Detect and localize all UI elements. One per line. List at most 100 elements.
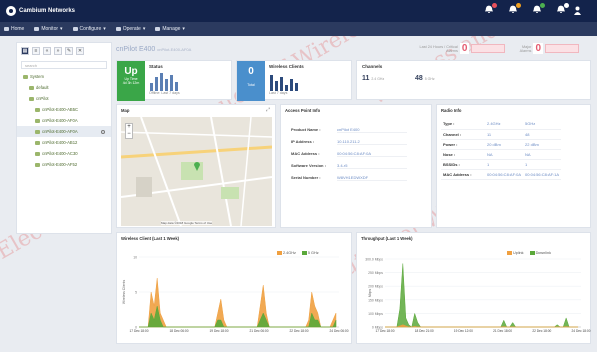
- nav-item-label: Operate: [122, 26, 141, 32]
- radio-info-value-5: 22 dBm: [523, 139, 562, 150]
- channel-24ghz-value: 11: [362, 75, 370, 82]
- sidebar-search-input[interactable]: search: [21, 61, 107, 69]
- expand-icon[interactable]: ⤢: [266, 107, 270, 113]
- radio-info-value-24: NA: [485, 149, 524, 160]
- manage-icon: [155, 27, 161, 31]
- x-tick-label: 19 Dec 12:00: [454, 329, 473, 333]
- nav-item-operate[interactable]: Operate ▾: [115, 26, 146, 32]
- collapse-icon[interactable]: «: [43, 47, 51, 55]
- map-view[interactable]: + − Map data ©2018 Google Terms of Use: [121, 117, 272, 226]
- radio-info-value-5: 1: [523, 159, 562, 170]
- ap-info-key: MAC Address :: [291, 151, 320, 156]
- bell-icon[interactable]: [531, 3, 545, 16]
- access-point-icon: [35, 140, 40, 145]
- ap-info-key: Serial Number :: [291, 175, 321, 180]
- status-mini-chart: [150, 73, 178, 91]
- critical-alarms-bar: [471, 44, 506, 53]
- tree-item[interactable]: cnPilot: [17, 93, 111, 104]
- wireless-clients-card[interactable]: 0 Total Wireless Clients Last 7 days: [236, 60, 352, 101]
- ap-info-value: cnPilot E400: [337, 127, 407, 133]
- x-tick-label: 24 Dec 18:00: [572, 329, 591, 333]
- page-title: cnPilot E400 cnPilot-E400-AF0A: [116, 46, 191, 53]
- radio-info-row: Type :2.4GHz 5GHz: [441, 119, 562, 130]
- zoom-out-button[interactable]: −: [126, 131, 132, 138]
- clients-sub: Last 7 days: [269, 91, 288, 95]
- radio-info-key: Channel :: [441, 129, 485, 140]
- radio-info-value-5: 5GHz: [523, 119, 562, 130]
- bell-icon[interactable]: [507, 3, 521, 16]
- major-alarms-count: 0: [533, 43, 543, 54]
- channel-24ghz-band: 2.4 GHz: [371, 77, 385, 81]
- radio-info-row: BSSIDs :11: [441, 159, 562, 170]
- zoom-control[interactable]: + −: [125, 123, 133, 139]
- ap-info-row: Serial Number : W8VH1EDWXDF: [291, 175, 407, 181]
- grid-view-icon[interactable]: ▦: [21, 47, 29, 55]
- radio-info-value-5: 00:04:56:C8:AF:1A: [523, 169, 562, 180]
- major-alarms-label: Major Alarms: [519, 44, 532, 53]
- tree-item-label: cnPilot-E400-AF0A: [42, 129, 78, 134]
- nav-item-configure[interactable]: Configure ▾: [72, 26, 106, 32]
- y-axis-label: Wireless Clients: [122, 280, 126, 305]
- delete-icon[interactable]: ✕: [76, 47, 84, 55]
- series-area-5ghz: [139, 305, 337, 328]
- channels-card[interactable]: Channels 11 2.4 GHz 48 5 GHz: [356, 60, 591, 100]
- nav-item-home[interactable]: Home: [4, 26, 24, 32]
- status-card[interactable]: Up Up Time 4d 3h 12m Status Offline: Las…: [116, 60, 232, 101]
- alert-icons: [483, 3, 569, 16]
- tree-item[interactable]: cnPilot-E400-AF52: [17, 159, 111, 170]
- tree-item[interactable]: cnPilot-E400-AB5C: [17, 104, 111, 115]
- nav-item-manage[interactable]: Manage ▾: [155, 26, 185, 32]
- radio-info-row: Channel :11 48: [441, 129, 562, 140]
- tree-item[interactable]: cnPilot-E400-AB12: [17, 137, 111, 148]
- map-panel: Map ⤢ + − Map data ©2018 Google Terms of…: [116, 104, 276, 228]
- top-bar: Cambium Networks: [0, 0, 597, 22]
- tree-item[interactable]: cnPilot-E400-AF0A: [17, 115, 111, 126]
- expand-icon[interactable]: »: [54, 47, 62, 55]
- x-tick-label: 21 Dec 06:00: [250, 329, 269, 333]
- y-tick-label: 200 Mbps: [368, 285, 383, 289]
- tree-item-label: cnPilot-E400-AC30: [42, 151, 78, 156]
- major-alarms-bar: [545, 44, 579, 53]
- x-tick-label: 22 Dec 18:00: [532, 329, 551, 333]
- y-tick-label: 250 Mbps: [368, 271, 383, 275]
- ap-info-value: 10.110.211.2: [337, 139, 407, 145]
- alert-dot: [540, 3, 545, 8]
- critical-alarms[interactable]: Last 24 Hours / Critical Alarms 0: [414, 43, 506, 54]
- radio-info-row: Power :20 dBm 22 dBm: [441, 139, 562, 150]
- sidebar: ▦ ≡ « » ✎ ✕ search System default cnPilot c…: [16, 42, 112, 234]
- tree-item-label: cnPilot-E400-AF0A: [42, 118, 78, 123]
- channel-5ghz-band: 5 GHz: [424, 77, 435, 81]
- operate-icon: [115, 27, 121, 31]
- x-tick-label: 24 Dec 06:00: [330, 329, 349, 333]
- status-sub: Offline: Last 7 days: [149, 91, 180, 95]
- major-alarms[interactable]: Major Alarms 0: [513, 43, 579, 54]
- ap-info-row: Product Name : cnPilot E400: [291, 127, 407, 133]
- bell-icon[interactable]: [555, 3, 569, 16]
- radio-info-row: Nose : NA NA: [441, 149, 562, 160]
- chevron-down-icon: ▾: [142, 26, 146, 32]
- status-title: Status: [149, 64, 163, 69]
- nav-item-label: Monitor: [41, 26, 59, 32]
- device-model: cnPilot E400: [116, 45, 156, 53]
- brand-logo[interactable]: Cambium Networks: [6, 5, 75, 17]
- x-tick-label: 18 Dec 06:00: [170, 329, 189, 333]
- tree-item[interactable]: cnPilot-E400-AF0A: [17, 126, 111, 137]
- bell-icon[interactable]: [483, 3, 497, 16]
- list-view-icon[interactable]: ≡: [32, 47, 40, 55]
- view-icon[interactable]: [101, 129, 105, 134]
- nav-item-monitor[interactable]: Monitor ▾: [34, 26, 63, 32]
- channel-24ghz: 11 2.4 GHz: [362, 75, 384, 82]
- zoom-in-button[interactable]: +: [126, 124, 132, 131]
- y-tick-label: 10: [133, 256, 137, 260]
- edit-icon[interactable]: ✎: [65, 47, 73, 55]
- x-tick-label: 21 Dec 18:00: [493, 329, 512, 333]
- chevron-down-icon: ▾: [60, 26, 63, 32]
- device-name: cnPilot-E400-AF0A: [157, 46, 192, 52]
- user-icon[interactable]: [574, 6, 581, 15]
- tree-item[interactable]: cnPilot-E400-AC30: [17, 148, 111, 159]
- clients-title: Wireless Clients: [269, 64, 304, 69]
- radio-info-title: Radio Info: [441, 108, 462, 113]
- series-area-24ghz: [139, 277, 337, 328]
- tree-item[interactable]: default: [17, 82, 111, 93]
- tree-item[interactable]: System: [17, 71, 111, 82]
